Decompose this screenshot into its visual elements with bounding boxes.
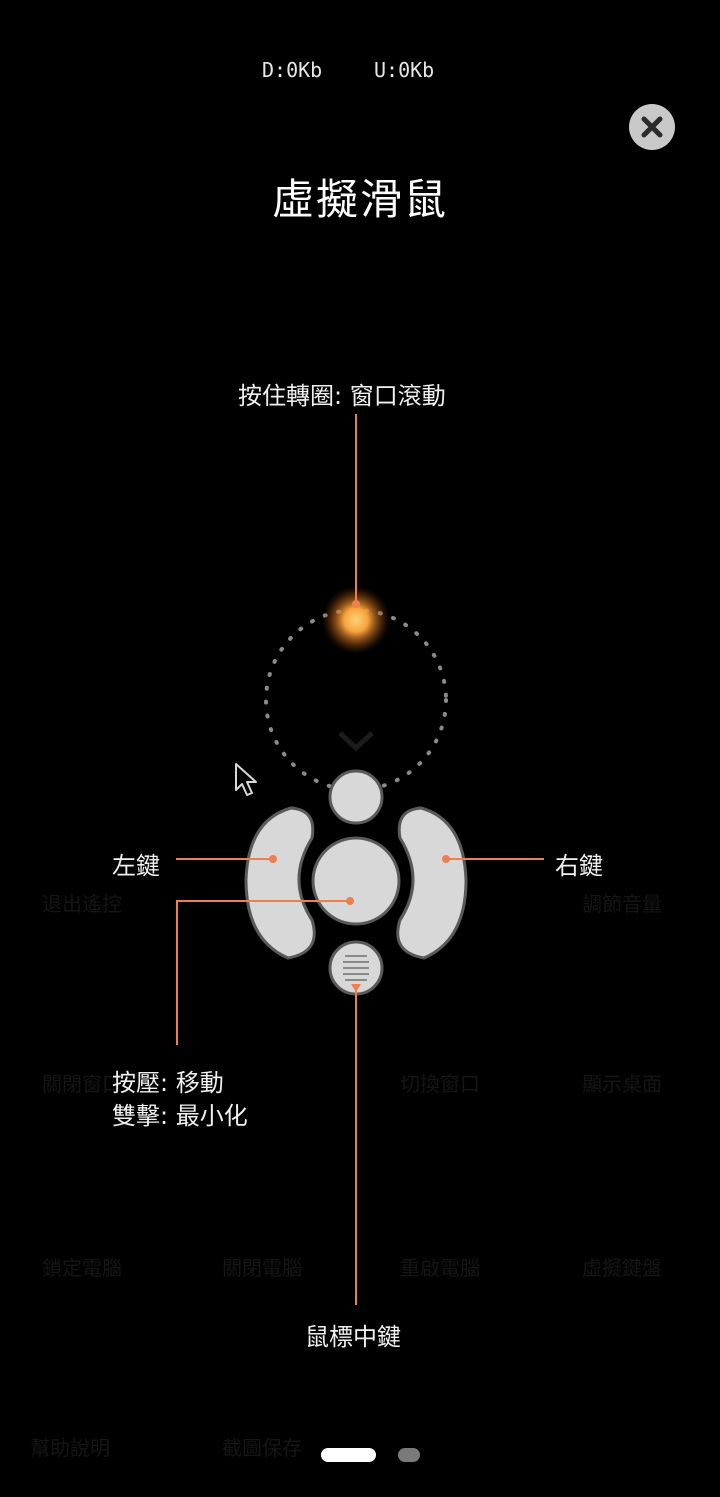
left-leader-dot bbox=[269, 855, 277, 863]
scroll-leader-dot bbox=[352, 600, 360, 608]
middle-button-label: 鼠標中鍵 bbox=[305, 1323, 401, 1351]
mouse-diagram bbox=[176, 414, 544, 1305]
move-pad[interactable] bbox=[311, 836, 401, 926]
page-indicator-inactive[interactable] bbox=[398, 1448, 420, 1462]
double-click-label: 雙擊: 最小化 bbox=[112, 1102, 248, 1130]
page-indicator-active[interactable] bbox=[321, 1448, 376, 1462]
press-label: 按壓: 移動 bbox=[112, 1069, 224, 1097]
press-leader-dot bbox=[346, 897, 354, 905]
right-button-label: 右鍵 bbox=[555, 852, 603, 880]
cursor-arrow-icon bbox=[235, 763, 257, 796]
left-button-label: 左鍵 bbox=[112, 852, 160, 880]
right-mouse-button[interactable] bbox=[396, 806, 468, 960]
scroll-up-button[interactable] bbox=[328, 769, 384, 825]
left-mouse-button[interactable] bbox=[244, 806, 316, 960]
right-leader-dot bbox=[442, 855, 450, 863]
scroll-label: 按住轉圈: 窗口滾動 bbox=[238, 382, 446, 410]
chevron-down-icon bbox=[338, 731, 374, 752]
